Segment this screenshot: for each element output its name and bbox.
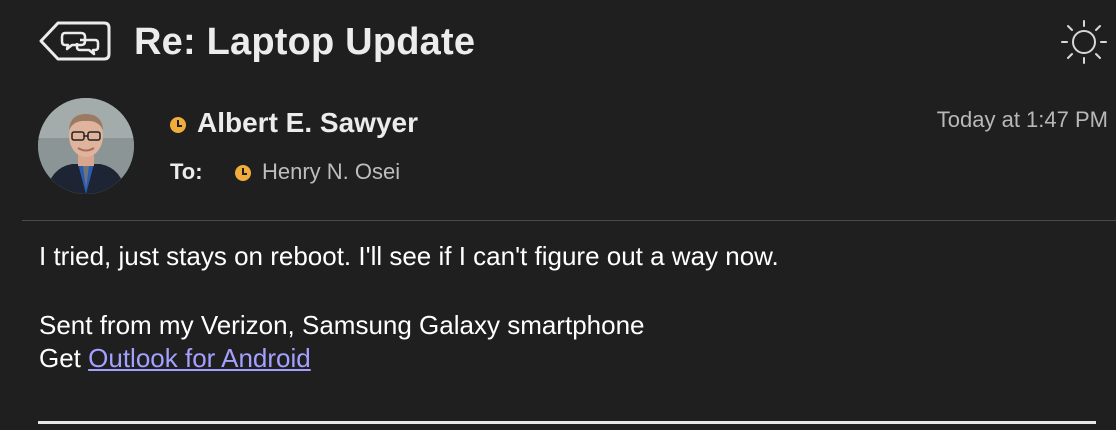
email-subject: Re: Laptop Update [134,21,476,63]
to-label: To: [170,159,203,184]
sun-icon [1061,20,1107,64]
body-horizontal-rule [38,421,1096,424]
signature-line: Sent from my Verizon, Samsung Galaxy sma… [39,310,645,340]
back-button[interactable] [38,20,112,62]
back-conversation-icon [39,21,111,61]
theme-toggle-button[interactable] [1058,18,1110,66]
message-timestamp: Today at 1:47 PM [936,107,1108,132]
sender-name[interactable]: Albert E. Sawyer [197,106,418,140]
message-header: Re: Laptop Update [0,0,1116,86]
header-divider [22,220,1116,221]
message-body: I tried, just stays on reboot. I'll see … [39,240,779,375]
recipient-presence-icon [235,165,251,181]
get-prefix: Get [39,343,89,373]
body-line: I tried, just stays on reboot. I'll see … [39,241,779,271]
outlook-android-link[interactable]: Outlook for Android [88,343,311,373]
get-outlook-line: Get Outlook for Android [39,342,779,375]
recipient-name[interactable]: Henry N. Osei [262,158,400,186]
sender-avatar[interactable] [38,98,134,194]
sender-photo [38,98,134,194]
sender-presence-icon [170,117,186,133]
